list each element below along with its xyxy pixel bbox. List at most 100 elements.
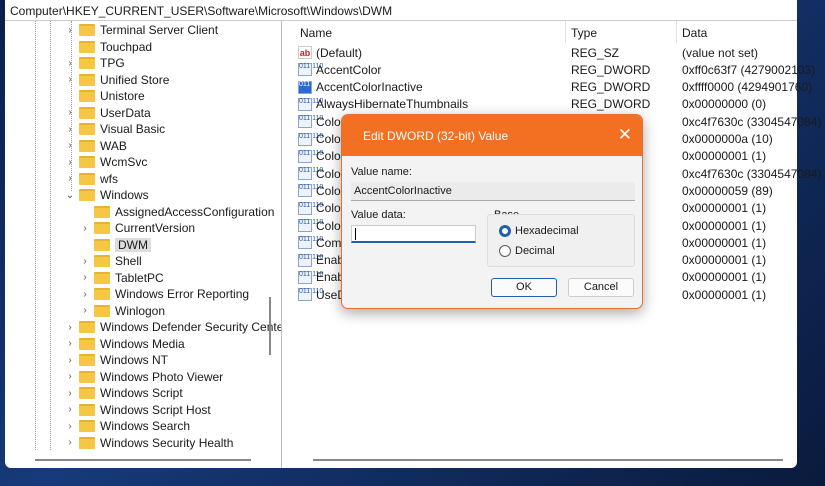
binary-value-icon: 011 110 — [298, 149, 323, 163]
key-tree: › Terminal Server Client Touchpad › TPG › Unif… — [5, 21, 282, 468]
tree-item[interactable]: › UserData — [64, 105, 150, 121]
tree-item[interactable]: Touchpad — [64, 39, 152, 55]
column-divider[interactable] — [565, 21, 566, 43]
tree-item-label: DWM — [115, 237, 151, 252]
value-name: AlwaysHibernateThumbnails — [316, 97, 469, 112]
tree-item[interactable]: › Windows Error Reporting — [79, 286, 249, 302]
folder-icon — [94, 271, 110, 284]
value-data: 0x0000000a (10) — [682, 132, 773, 146]
binary-value-icon: 011 110 — [298, 288, 323, 302]
radio-checked-icon — [499, 225, 511, 237]
tree-item[interactable]: › Visual Basic — [64, 121, 165, 137]
binary-value-icon: 011 110 — [298, 167, 323, 181]
tree-item-label: CurrentVersion — [115, 221, 196, 235]
tree-item[interactable]: › Windows Media — [64, 336, 184, 352]
tree-item[interactable]: › WAB — [64, 138, 127, 154]
chevron-right-icon[interactable]: › — [64, 74, 76, 85]
tree-item[interactable]: › Winlogon — [79, 303, 165, 319]
tree-item[interactable]: › Windows Search — [64, 418, 190, 434]
base-group: Hexadecimal Decimal — [487, 214, 635, 267]
radio-decimal[interactable]: Decimal — [499, 245, 555, 257]
value-name: AccentColorInactive — [316, 80, 423, 95]
tree-item[interactable]: › Windows Security Health — [64, 435, 233, 451]
value-type: REG_DWORD — [571, 62, 651, 77]
address-bar[interactable]: Computer\HKEY_CURRENT_USER\Software\Micr… — [5, 0, 797, 21]
chevron-right-icon[interactable]: › — [64, 371, 76, 382]
binary-value-icon: 011 110 — [298, 63, 323, 77]
column-data[interactable]: Data — [682, 26, 707, 40]
tree-item[interactable]: › Windows NT — [64, 352, 168, 368]
tree-item[interactable]: › TPG — [64, 55, 124, 71]
chevron-right-icon[interactable]: › — [79, 272, 91, 283]
chevron-right-icon[interactable]: › — [64, 322, 76, 333]
tree-item[interactable]: Unistore — [64, 88, 145, 104]
tree-item[interactable]: DWM — [79, 237, 151, 253]
column-divider[interactable] — [676, 21, 677, 43]
value-row[interactable]: ab (Default) REG_SZ (value not set) — [293, 44, 797, 61]
chevron-right-icon[interactable]: › — [64, 140, 76, 151]
chevron-right-icon[interactable]: › — [64, 388, 76, 399]
folder-icon — [79, 337, 95, 350]
folder-icon — [79, 370, 95, 383]
tree-item[interactable]: › Windows Script Host — [64, 402, 210, 418]
tree-item[interactable]: › wfs — [64, 171, 118, 187]
chevron-right-icon[interactable]: › — [64, 124, 76, 135]
value-row[interactable]: 011 110 AccentColorInactive REG_DWORD 0xfff… — [293, 79, 812, 96]
chevron-right-icon[interactable]: › — [64, 25, 76, 36]
chevron-right-icon[interactable]: › — [64, 404, 76, 415]
folder-icon — [79, 403, 95, 416]
close-icon[interactable]: ✕ — [618, 125, 632, 145]
tree-item[interactable]: › TabletPC — [79, 270, 164, 286]
chevron-right-icon[interactable]: › — [64, 421, 76, 432]
tree-item-label: Windows Defender Security Center — [100, 320, 282, 334]
ok-button[interactable]: OK — [491, 278, 557, 297]
cancel-button[interactable]: Cancel — [568, 278, 634, 297]
value-data-input[interactable] — [351, 225, 476, 243]
value-row[interactable]: 011 110 AlwaysHibernateThumbnails REG_DWOR… — [293, 96, 797, 113]
binary-value-icon: 011 110 — [298, 236, 323, 250]
tree-item-label: TabletPC — [115, 270, 164, 285]
binary-value-icon: 011 110 — [298, 219, 323, 232]
chevron-right-icon[interactable]: › — [64, 338, 76, 349]
tree-item[interactable]: › Windows Photo Viewer — [64, 369, 223, 385]
tree-item[interactable]: › Windows Defender Security Center — [64, 319, 282, 335]
value-data: 0x00000000 (0) — [682, 97, 767, 112]
column-name[interactable]: Name — [300, 26, 332, 40]
edit-dword-dialog: Edit DWORD (32-bit) Value ✕ Value name: … — [341, 114, 643, 309]
chevron-right-icon[interactable]: › — [79, 305, 91, 316]
tree-horizontal-scrollbar[interactable] — [35, 459, 251, 461]
tree-vertical-scrollbar[interactable] — [269, 297, 271, 355]
tree-item[interactable]: ⌄ Windows — [64, 187, 149, 203]
dialog-titlebar: Edit DWORD (32-bit) Value ✕ — [342, 115, 642, 156]
value-data: 0x00000001 (1) — [682, 270, 767, 285]
chevron-right-icon[interactable]: › — [64, 437, 76, 448]
chevron-right-icon[interactable]: › — [79, 289, 91, 300]
chevron-right-icon[interactable]: › — [79, 223, 91, 234]
value-row[interactable]: 011 110 AccentColor REG_DWORD 0xff0c63f7 (4… — [293, 61, 815, 78]
tree-item[interactable]: › Unified Store — [64, 72, 169, 88]
value-type: REG_DWORD — [571, 80, 651, 95]
chevron-right-icon[interactable]: › — [79, 256, 91, 267]
tree-item[interactable]: › Windows Script — [64, 385, 183, 401]
chevron-down-icon[interactable]: ⌄ — [64, 190, 76, 201]
tree-item-label: Windows Script — [100, 386, 183, 400]
radio-hexadecimal[interactable]: Hexadecimal — [499, 225, 579, 237]
tree-item-label: Shell — [115, 254, 142, 268]
tree-item[interactable]: › WcmSvc — [64, 154, 147, 170]
folder-icon — [79, 420, 95, 432]
folder-icon — [79, 139, 95, 152]
tree-item[interactable]: › CurrentVersion — [79, 220, 195, 236]
tree-item[interactable]: › Shell — [79, 253, 142, 269]
chevron-right-icon[interactable]: › — [64, 58, 76, 69]
values-horizontal-scrollbar[interactable] — [313, 459, 783, 461]
hex-label: Hexadecimal — [515, 225, 579, 237]
tree-item[interactable]: AssignedAccessConfiguration — [79, 204, 274, 220]
tree-item-label: Visual Basic — [100, 122, 166, 136]
chevron-right-icon[interactable]: › — [64, 173, 76, 184]
tree-item[interactable]: › Terminal Server Client — [64, 22, 218, 38]
column-type[interactable]: Type — [571, 26, 597, 40]
value-data: 0xc4f7630c (3304547084) — [682, 166, 822, 181]
chevron-right-icon[interactable]: › — [64, 355, 76, 366]
chevron-right-icon[interactable]: › — [64, 107, 76, 118]
chevron-right-icon[interactable]: › — [64, 157, 76, 168]
